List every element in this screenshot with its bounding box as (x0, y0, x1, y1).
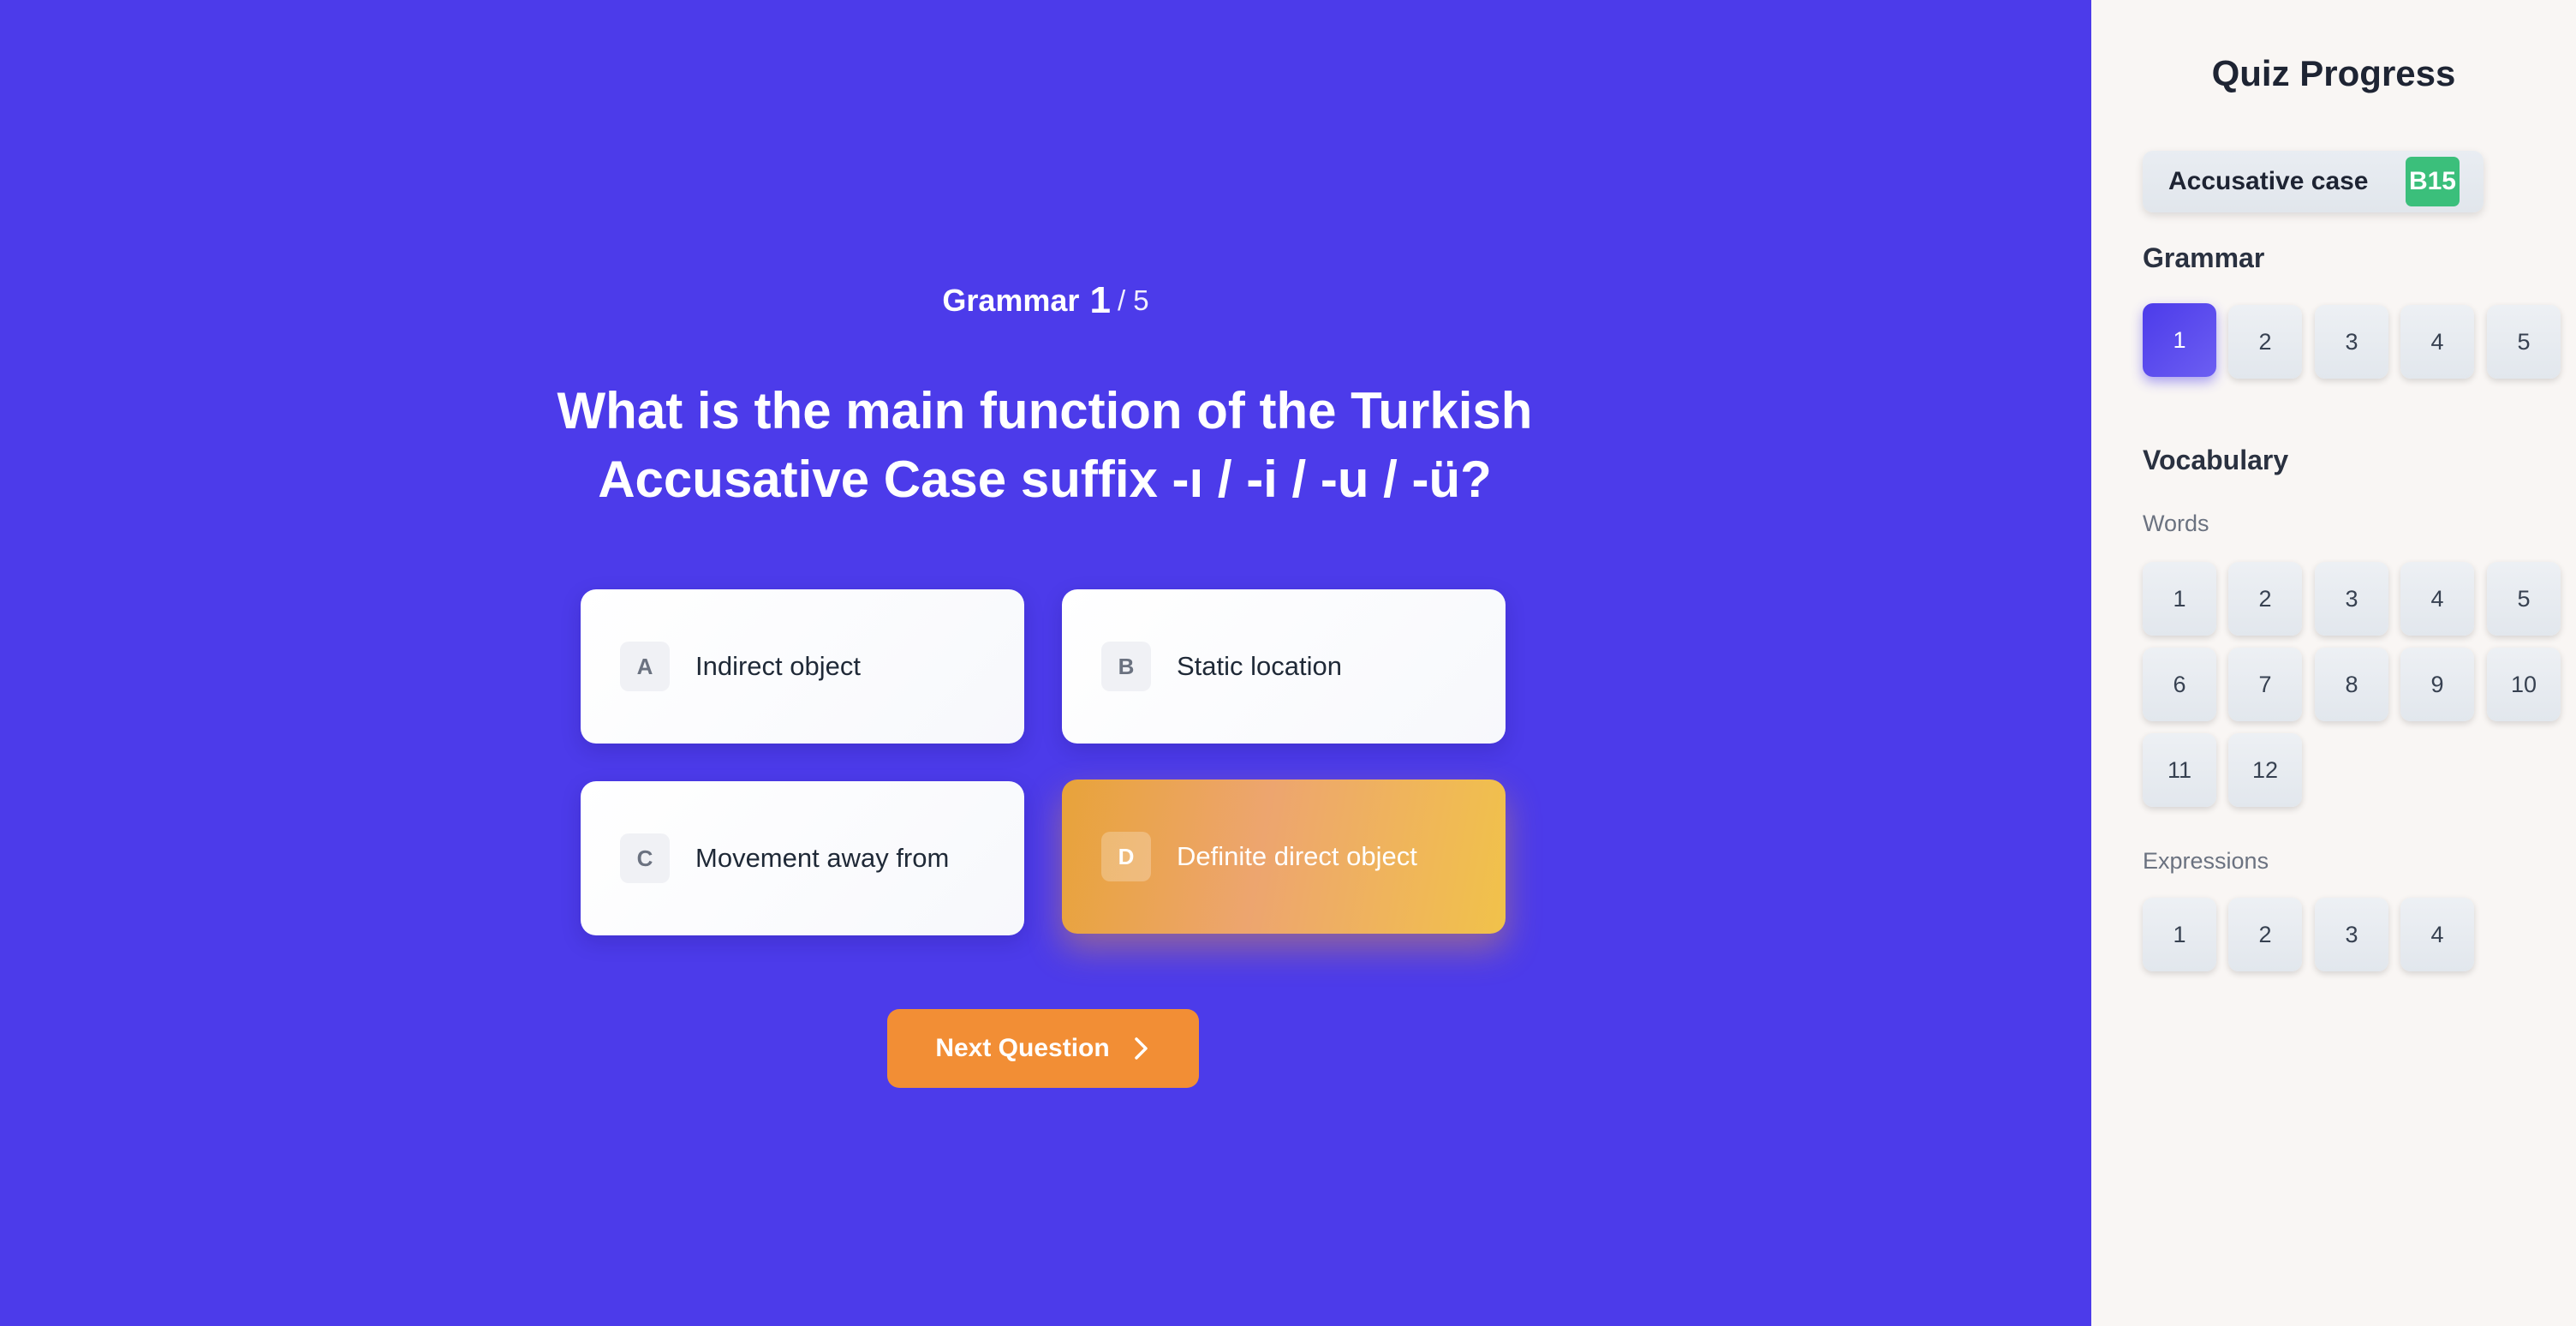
topic-name: Accusative case (2168, 167, 2369, 195)
words-question-10[interactable]: 10 (2487, 648, 2561, 721)
total-questions: / 5 (1117, 284, 1149, 316)
words-question-7[interactable]: 7 (2228, 648, 2302, 721)
grammar-question-2[interactable]: 2 (2228, 305, 2302, 379)
grammar-section-title: Grammar (2143, 242, 2265, 273)
words-question-12[interactable]: 12 (2228, 733, 2302, 807)
option-letter: C (620, 833, 670, 883)
words-question-6[interactable]: 6 (2143, 648, 2216, 721)
vocabulary-section-title: Vocabulary (2143, 445, 2289, 475)
topic-card: Accusative case B15 (2143, 151, 2484, 212)
progress-sidebar: Quiz Progress Accusative case B15 Gramma… (2091, 0, 2576, 1326)
current-question-number: 1 (1089, 279, 1111, 321)
words-question-3[interactable]: 3 (2315, 562, 2388, 636)
option-text: Static location (1177, 651, 1342, 681)
option-letter: D (1101, 832, 1151, 881)
option-letter: A (620, 642, 670, 691)
expressions-question-4[interactable]: 4 (2400, 898, 2474, 971)
grammar-question-4[interactable]: 4 (2400, 305, 2474, 379)
sidebar-title: Quiz Progress (2211, 53, 2456, 93)
words-subtitle: Words (2143, 511, 2209, 536)
expressions-question-3[interactable]: 3 (2315, 898, 2388, 971)
answer-option-c[interactable]: C Movement away from (581, 781, 1024, 935)
question-counter: Grammar 1/ 5 (0, 279, 2091, 322)
words-question-4[interactable]: 4 (2400, 562, 2474, 636)
option-letter: B (1101, 642, 1151, 691)
option-text: Definite direct object (1177, 841, 1417, 871)
grammar-question-5[interactable]: 5 (2487, 305, 2561, 379)
answer-option-b[interactable]: B Static location (1062, 589, 1506, 744)
expressions-question-2[interactable]: 2 (2228, 898, 2302, 971)
words-question-2[interactable]: 2 (2228, 562, 2302, 636)
category-label: Grammar (942, 283, 1080, 318)
answer-option-d[interactable]: D Definite direct object (1062, 779, 1506, 934)
quiz-main: Grammar 1/ 5 What is the main function of… (0, 0, 2091, 1326)
expressions-subtitle: Expressions (2143, 848, 2269, 874)
words-question-11[interactable]: 11 (2143, 733, 2216, 807)
words-question-5[interactable]: 5 (2487, 562, 2561, 636)
words-question-1[interactable]: 1 (2143, 562, 2216, 636)
option-text: Indirect object (695, 651, 861, 681)
grammar-question-3[interactable]: 3 (2315, 305, 2388, 379)
chevron-right-icon (1132, 1036, 1151, 1061)
option-text: Movement away from (695, 843, 950, 873)
answer-option-a[interactable]: A Indirect object (581, 589, 1024, 744)
question-text: What is the main function of the Turkish… (557, 382, 1533, 508)
grammar-question-1[interactable]: 1 (2143, 303, 2216, 377)
next-question-button[interactable]: Next Question (887, 1009, 1199, 1088)
level-badge: B15 (2405, 157, 2460, 206)
expressions-question-1[interactable]: 1 (2143, 898, 2216, 971)
next-question-label: Next Question (935, 1034, 1110, 1062)
words-question-9[interactable]: 9 (2400, 648, 2474, 721)
words-question-8[interactable]: 8 (2315, 648, 2388, 721)
